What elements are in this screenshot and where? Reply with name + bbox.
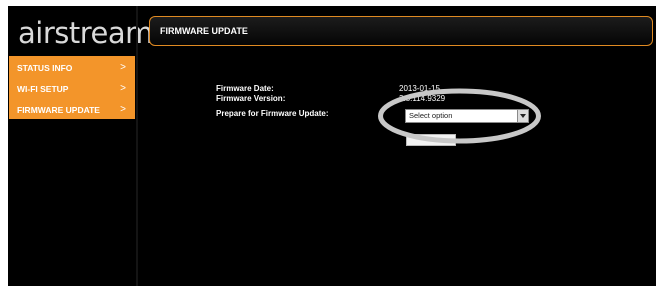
annotation-ring xyxy=(378,88,541,144)
sidebar-nav: STATUS INFO > WI-FI SETUP > FIRMWARE UPD… xyxy=(8,55,136,120)
sidebar-item-label: STATUS INFO xyxy=(17,63,73,73)
page-header: FIRMWARE UPDATE xyxy=(149,16,653,46)
sidebar-item-label: FIRMWARE UPDATE xyxy=(17,105,100,115)
sidebar-item-status-info[interactable]: STATUS INFO > xyxy=(9,59,135,77)
sidebar-item-label: WI-FI SETUP xyxy=(17,84,69,94)
sidebar-divider xyxy=(136,6,138,286)
firmware-version-label: Firmware Version: xyxy=(216,94,286,103)
chevron-right-icon: > xyxy=(120,83,126,94)
chevron-right-icon: > xyxy=(120,104,126,115)
airstream-logo: airstream xyxy=(18,16,153,50)
prepare-update-label: Prepare for Firmware Update: xyxy=(216,109,329,118)
sidebar-item-firmware-update[interactable]: FIRMWARE UPDATE > xyxy=(9,101,135,119)
page-title: FIRMWARE UPDATE xyxy=(160,26,248,36)
firmware-date-label: Firmware Date: xyxy=(216,84,274,93)
sidebar-item-wifi-setup[interactable]: WI-FI SETUP > xyxy=(9,80,135,98)
chevron-right-icon: > xyxy=(120,62,126,73)
router-admin-screen: airstream STATUS INFO > WI-FI SETUP > FI… xyxy=(8,6,656,286)
